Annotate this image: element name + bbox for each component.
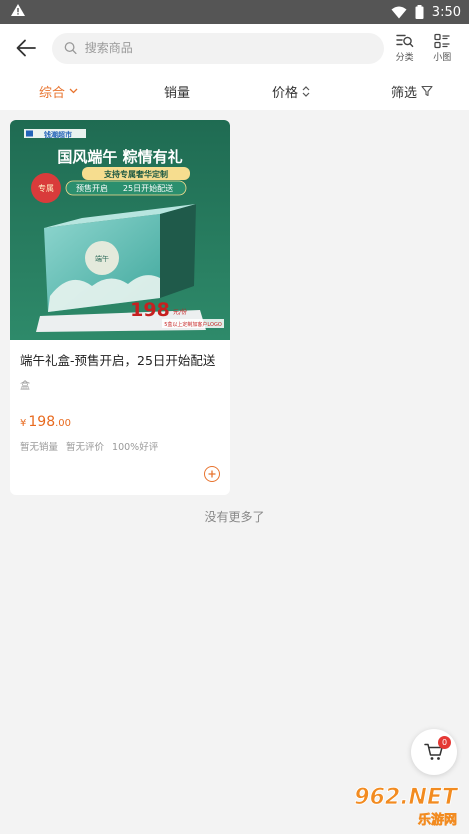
search-box[interactable] [51,32,384,64]
banner-headline: 国风端午 粽情有礼 [57,148,182,166]
view-label: 小图 [433,53,452,63]
product-title: 端午礼盒-预售开启，25日开始配送 [20,353,216,368]
category-button[interactable]: 分类 [388,33,422,63]
chevron-down-icon [69,88,78,94]
wifi-icon [391,6,407,19]
list-view-icon [434,33,450,49]
no-more-text: 没有更多了 [204,510,265,524]
sales-count: 暂无销量 [20,442,59,453]
tab-filter-label: 筛选 [391,85,418,101]
cart-badge: 0 [438,736,451,749]
price-decimal: .00 [55,418,72,429]
rating-text: 100%好评 [112,442,159,453]
product-card[interactable]: 钱潮超市 国风端午 粽情有礼 支持专属奢华定制 专属 预售开启 25日开始配送 … [10,120,230,495]
custom-note-text: 5盒以上定制加客户LOGO [164,321,222,328]
product-unit: 盒 [20,381,30,392]
tab-comprehensive[interactable]: 综合 [39,72,78,110]
price-tag-text: 198 [130,299,170,321]
plus-icon [208,470,216,478]
warning-icon [10,3,26,21]
tab-sales-label: 销量 [164,85,191,101]
watermark: 962.NET 乐游网 [333,780,461,830]
price-currency: ¥ [20,418,27,429]
add-to-cart-button[interactable] [204,466,220,482]
price-tag-unit: 元/份 [173,308,187,316]
tab-comprehensive-label: 综合 [39,85,66,101]
search-input[interactable] [84,41,372,55]
watermark-text: 962.NET [354,785,459,810]
filter-icon [421,85,433,97]
seal-text: 专属 [38,183,54,193]
category-search-icon [395,34,413,48]
box-text: 端午 [95,254,109,263]
presale-text: 预售开启 [76,183,108,193]
banner-subline: 支持专属奢华定制 [103,169,168,179]
tab-filter[interactable]: 筛选 [391,72,433,110]
back-button[interactable] [12,34,40,62]
cart-button[interactable]: 0 [411,729,457,775]
view-toggle-button[interactable]: 小图 [425,33,459,63]
header: 分类 小图 [0,24,469,72]
tab-price[interactable]: 价格 [272,72,310,110]
category-label: 分类 [395,53,414,63]
product-stats: 暂无销量 暂无评价 100%好评 [10,439,230,453]
watermark-subtext: 乐游网 [418,812,457,828]
sort-tabs: 综合 销量 价格 筛选 [0,72,469,110]
sort-updown-icon [302,85,310,97]
status-time: 3:50 [431,4,461,20]
battery-icon [415,5,424,19]
product-price: ¥ 198 .00 [10,414,230,430]
price-integer: 198 [28,414,56,430]
tab-price-label: 价格 [272,85,299,101]
review-count: 暂无评价 [66,442,105,453]
delivery-text: 25日开始配送 [123,183,173,193]
status-bar: 3:50 [0,0,469,24]
tab-sales[interactable]: 销量 [164,72,190,110]
brand-logo-text: 钱潮超市 [43,130,72,139]
product-image: 钱潮超市 国风端午 粽情有礼 支持专属奢华定制 专属 预售开启 25日开始配送 … [10,120,230,340]
search-icon [64,42,77,55]
arrow-left-icon [16,39,36,57]
